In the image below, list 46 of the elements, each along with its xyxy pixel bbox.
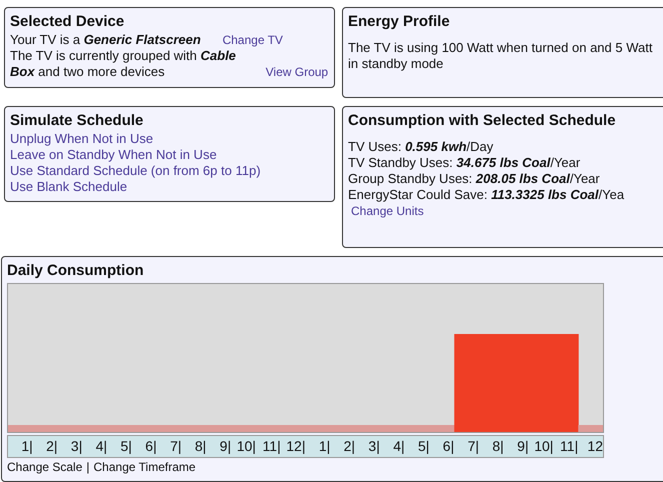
hour-label: 4| — [94, 437, 108, 456]
hour-label: 2| — [45, 437, 58, 456]
hour-label: 5| — [120, 437, 132, 456]
hour-label: 11| — [262, 437, 281, 456]
change-scale-link[interactable]: Change Scale — [7, 460, 82, 474]
schedule-link[interactable]: Use Standard Schedule (on from 6p to 11p) — [10, 163, 261, 179]
hour-label: 8| — [491, 437, 504, 456]
energy-profile-text: The TV is using 100 Watt when turned on and 5 Watt in standby mode — [348, 40, 654, 72]
hour-label: 12| — [285, 437, 306, 456]
panel-title: Simulate Schedule — [10, 111, 144, 131]
hour-label: 9| — [516, 437, 529, 456]
hour-label: 5| — [417, 437, 430, 456]
schedule-link[interactable]: Leave on Standby When Not in Use — [10, 147, 217, 163]
consumption-text: TV Uses: 0.595 kwh/Day — [348, 139, 494, 154]
hour-label: 9| — [218, 437, 232, 456]
view-group-link[interactable]: View Group — [266, 64, 328, 80]
hour-label: 4| — [392, 437, 405, 456]
consumption-text: TV Standby Uses: 34.675 lbs Coal/Year — [348, 155, 580, 170]
hour-label: 2| — [342, 437, 356, 456]
hour-label: 12 — [586, 437, 603, 456]
hour-label: 1| — [318, 437, 330, 456]
consumption-text: Group Standby Uses: 208.05 lbs Coal/Year — [348, 171, 600, 186]
panel-title: Selected Device — [10, 12, 126, 32]
hour-label: 11| — [559, 437, 578, 456]
consumption-text: EnergyStar Could Save: 113.3325 lbs Coal/Yea — [348, 187, 624, 202]
hour-label: 6| — [442, 437, 454, 456]
hour-label: 3| — [70, 437, 82, 456]
hour-label: 7| — [466, 437, 480, 456]
hour-label: 3| — [367, 437, 380, 456]
change-timeframe-link[interactable]: Change Timeframe — [94, 460, 196, 474]
schedule-link[interactable]: Unplug When Not in Use — [10, 131, 154, 147]
change-tv-link[interactable]: Change TV — [222, 32, 283, 48]
panel-title: Energy Profile — [348, 12, 451, 32]
hour-label: 7| — [169, 437, 182, 456]
device-text: Your TV is a Generic Flatscreen — [10, 32, 201, 48]
hour-label: 6| — [144, 437, 157, 456]
device-text: The TV is currently grouped with Cable Box and two more devices — [10, 48, 237, 80]
panel-title: Consumption with Selected Schedule — [348, 111, 617, 131]
hour-label: 1| — [20, 437, 33, 456]
panel-title: Daily Consumption — [7, 261, 145, 281]
change-units-link[interactable]: Change Units — [351, 204, 424, 218]
schedule-link[interactable]: Use Blank Schedule — [10, 179, 128, 195]
hour-label: 10| — [533, 437, 554, 456]
hour-label: 8| — [194, 437, 206, 456]
divider: | — [86, 460, 90, 474]
hour-label: 10| — [236, 437, 256, 456]
